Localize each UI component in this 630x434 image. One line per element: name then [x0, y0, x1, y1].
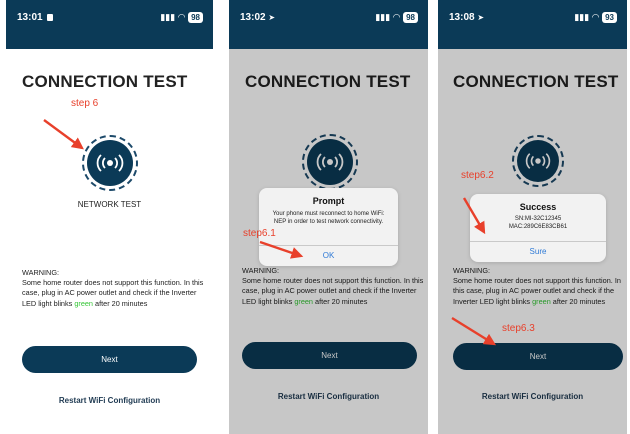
dialog-title: Prompt: [312, 196, 345, 206]
prompt-dialog: Prompt Your phone must reconnect to home…: [259, 188, 398, 266]
battery-icon: 98: [403, 12, 418, 23]
signal-icon: ▮▮▮: [160, 12, 176, 22]
status-time: 13:08 ➤: [449, 12, 485, 23]
warning-text: WARNING: Some home router does not suppo…: [22, 268, 208, 309]
dialog-message: Your phone must reconnect to home WiFi: …: [272, 211, 385, 225]
status-bar: 13:02 ➤ ▮▮▮ ◠ 98: [229, 0, 428, 49]
dialog-divider: [259, 245, 398, 246]
status-indicators: ▮▮▮ ◠ 93: [574, 12, 617, 23]
broadcast-signal-icon: [96, 154, 124, 172]
screen-content: [6, 49, 213, 434]
status-indicators: ▮▮▮ ◠ 98: [375, 12, 418, 23]
status-bar: 13:08 ➤ ▮▮▮ ◠ 93: [438, 0, 627, 49]
sure-button[interactable]: Sure: [470, 247, 606, 256]
annotation-step-6-2: step6.2: [461, 170, 494, 181]
status-time: 13:01: [17, 12, 54, 23]
dialog-title: Success: [519, 202, 557, 212]
warning-title: WARNING:: [22, 268, 60, 277]
location-arrow-icon: ➤: [477, 13, 485, 22]
dialog-sn: SN:MI-32C12345: [514, 216, 562, 222]
phone-screen-1: 13:01 ▮▮▮ ◠ 98 CONNECTION TEST NETWORK T…: [6, 0, 213, 434]
dialog-mac: MAC:289C6E83CB61: [508, 224, 568, 230]
camera-icon: [47, 14, 54, 21]
wifi-icon: ◠: [178, 12, 186, 22]
location-arrow-icon: ➤: [268, 13, 276, 22]
wifi-icon: ◠: [393, 12, 401, 22]
ok-button[interactable]: OK: [259, 251, 398, 260]
annotation-step-6: step 6: [71, 98, 99, 109]
battery-icon: 93: [602, 12, 617, 23]
dialog-divider: [470, 241, 606, 242]
network-test-label: NETWORK TEST: [77, 200, 142, 209]
next-button[interactable]: Next: [22, 346, 197, 373]
warning-tail: after 20 minutes: [95, 298, 148, 308]
page-title: CONNECTION TEST: [22, 72, 188, 91]
restart-wifi-link[interactable]: Restart WiFi Configuration: [6, 396, 213, 405]
phone-screen-3: 13:08 ➤ ▮▮▮ ◠ 93 CONNECTION TEST WARNING…: [438, 0, 627, 434]
status-time: 13:02 ➤: [240, 12, 276, 23]
signal-icon: ▮▮▮: [574, 12, 590, 22]
signal-icon: ▮▮▮: [375, 12, 391, 22]
annotation-step-6-3: step6.3: [502, 323, 535, 334]
annotation-step-6-1: step6.1: [243, 228, 276, 239]
warning-green-word: green: [74, 298, 93, 308]
network-test-button[interactable]: [87, 140, 133, 186]
wifi-icon: ◠: [592, 12, 600, 22]
status-bar: 13:01 ▮▮▮ ◠ 98: [6, 0, 213, 49]
phone-screen-2: 13:02 ➤ ▮▮▮ ◠ 98 CONNECTION TEST WARNING…: [229, 0, 428, 434]
status-indicators: ▮▮▮ ◠ 98: [160, 12, 203, 23]
success-dialog: Success SN:MI-32C12345 MAC:289C6E83CB61 …: [470, 194, 606, 262]
battery-icon: 98: [188, 12, 203, 23]
